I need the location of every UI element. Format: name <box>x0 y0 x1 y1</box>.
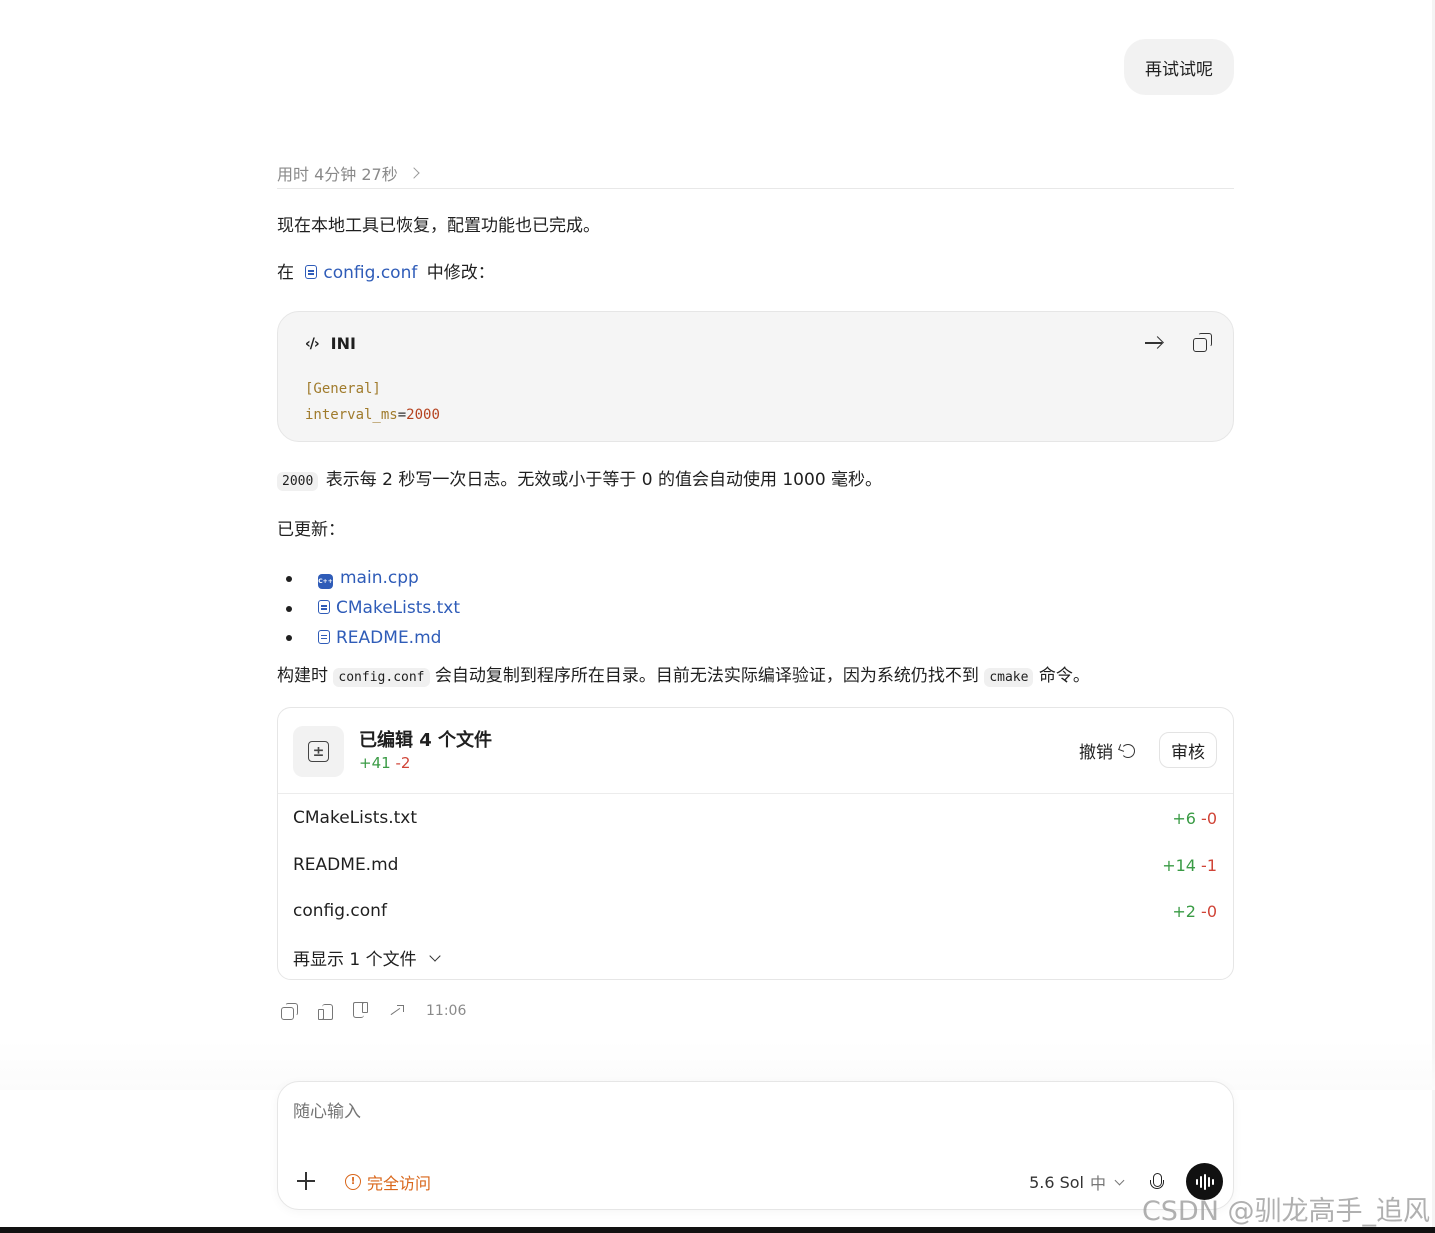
share-icon[interactable] <box>388 1002 406 1020</box>
chevron-down-icon <box>428 949 441 962</box>
changed-file-row[interactable]: config.conf +2 -0 <box>293 899 1217 923</box>
updated-file-list: C++ main.cpp CMakeLists.txt README.md <box>277 564 1234 653</box>
file-added: +14 <box>1162 855 1196 875</box>
thumbs-down-icon[interactable] <box>352 1002 370 1020</box>
code-key: interval_ms <box>305 407 398 423</box>
add-attachment-icon[interactable] <box>296 1171 316 1191</box>
diff-icon-box: ± <box>293 726 344 777</box>
readme-link-label: README.md <box>336 627 442 648</box>
explain-text: 表示每 2 秒写一次日志。无效或小于等于 0 的值会自动使用 1000 毫秒。 <box>325 470 883 490</box>
file-removed: -0 <box>1201 901 1217 921</box>
code-icon: ‹/› <box>305 335 320 352</box>
elapsed-time-label: 用时 4分钟 27秒 <box>277 165 398 184</box>
code-header: ‹/› INI <box>305 334 356 353</box>
undo-label: 撤销 <box>1079 743 1113 763</box>
review-button[interactable]: 审核 <box>1159 732 1217 768</box>
code-value: 2000 <box>406 407 440 423</box>
changed-file-name: CMakeLists.txt <box>293 808 418 828</box>
list-item: CMakeLists.txt <box>277 594 1234 624</box>
undo-icon <box>1121 743 1135 758</box>
model-selector[interactable]: 5.6 Sol 中 <box>1029 1170 1125 1194</box>
code-block: ‹/› INI [General] interval_ms=2000 <box>277 311 1234 442</box>
main-cpp-link-label: main.cpp <box>340 568 419 589</box>
main-cpp-link[interactable]: C++ main.cpp <box>318 568 419 590</box>
updated-label: 已更新： <box>277 520 345 540</box>
plus-minus-icon: ± <box>308 741 329 762</box>
show-more-label: 再显示 1 个文件 <box>293 950 417 970</box>
file-removed: -1 <box>1201 855 1217 875</box>
inline-code-2000: 2000 <box>277 472 319 491</box>
changed-file-name: README.md <box>293 855 399 875</box>
list-item: README.md <box>277 623 1234 653</box>
total-added: +41 <box>359 754 391 772</box>
model-name: 5.6 Sol <box>1029 1172 1084 1192</box>
build-middle: 会自动复制到程序所在目录。目前无法实际编译验证，因为系统仍找不到 <box>434 666 979 686</box>
warning-icon: ! <box>345 1174 361 1190</box>
build-prefix: 构建时 <box>277 666 328 686</box>
edited-files-title: 已编辑 4 个文件 <box>359 730 493 751</box>
file-icon <box>318 600 330 615</box>
file-removed: -0 <box>1201 808 1217 828</box>
message-input[interactable] <box>293 1102 993 1122</box>
chevron-down-icon <box>1114 1175 1125 1185</box>
code-language: INI <box>330 334 356 353</box>
explain-line: 2000 表示每 2 秒写一次日志。无效或小于等于 0 的值会自动使用 1000… <box>277 467 1234 495</box>
config-file-link-label: config.conf <box>323 263 418 283</box>
inline-code-cmake: cmake <box>984 668 1034 687</box>
model-level: 中 <box>1089 1174 1106 1193</box>
user-message-text: 再试试呢 <box>1145 59 1213 80</box>
changed-file-row[interactable]: README.md +14 -1 <box>293 853 1217 877</box>
code-equals: = <box>397 407 407 423</box>
modify-prefix: 在 <box>277 263 294 283</box>
file-added: +6 <box>1172 808 1196 828</box>
code-line-section: [General] <box>305 381 381 397</box>
edited-files-card: ± 已编辑 4 个文件 +41 -2 撤销 审核 CMakeLists.txt … <box>277 707 1234 980</box>
thumbs-up-icon[interactable] <box>316 1002 334 1020</box>
file-icon <box>305 265 318 279</box>
csdn-watermark: CSDN @驯龙高手_追风 <box>1141 1196 1430 1227</box>
bottom-edge <box>0 1227 1435 1233</box>
copy-icon[interactable] <box>280 1002 298 1020</box>
user-message-bubble: 再试试呢 <box>1124 39 1234 95</box>
cmakelists-link-label: CMakeLists.txt <box>336 598 461 619</box>
cmakelists-link[interactable]: CMakeLists.txt <box>318 598 460 618</box>
modify-line: 在 config.conf 中修改： <box>277 260 1234 286</box>
undo-button[interactable]: 撤销 <box>1079 738 1135 763</box>
changed-file-name: config.conf <box>293 901 387 921</box>
edited-files-stats: +41 -2 <box>359 754 410 772</box>
review-label: 审核 <box>1171 742 1205 763</box>
build-note: 构建时 config.conf 会自动复制到程序所在目录。目前无法实际编译验证，… <box>277 663 1234 691</box>
build-suffix: 命令。 <box>1038 666 1090 686</box>
insert-arrow-icon[interactable] <box>1143 332 1165 354</box>
message-actions: 11:06 <box>277 999 1234 1023</box>
code-line-setting: interval_ms=2000 <box>305 402 440 428</box>
inline-code-config: config.conf <box>333 668 430 687</box>
total-removed: -2 <box>395 754 411 772</box>
message-time: 11:06 <box>426 1003 467 1019</box>
readme-link[interactable]: README.md <box>318 628 441 648</box>
composer: ! 完全访问 5.6 Sol 中 <box>277 1081 1234 1210</box>
file-added: +2 <box>1172 901 1196 921</box>
changed-file-row[interactable]: CMakeLists.txt +6 -0 <box>293 806 1217 830</box>
modify-suffix: 中修改： <box>426 263 495 283</box>
reply-intro: 现在本地工具已恢复，配置功能也已完成。 <box>277 216 600 236</box>
elapsed-time-toggle[interactable]: 用时 4分钟 27秒 <box>277 158 1234 189</box>
edited-files-header: ± 已编辑 4 个文件 +41 -2 撤销 审核 <box>278 708 1233 794</box>
config-file-link[interactable]: config.conf <box>305 263 417 283</box>
full-access-label: 完全访问 <box>367 1174 432 1193</box>
code-content: [General] interval_ms=2000 <box>305 376 440 428</box>
list-item: C++ main.cpp <box>277 564 1234 594</box>
chevron-right-icon <box>408 167 420 179</box>
copy-code-icon[interactable] <box>1191 332 1213 354</box>
file-icon <box>318 629 330 644</box>
show-more-files-button[interactable]: 再显示 1 个文件 <box>293 945 441 970</box>
cpp-file-icon: C++ <box>318 574 333 590</box>
full-access-button[interactable]: ! 完全访问 <box>345 1170 431 1194</box>
